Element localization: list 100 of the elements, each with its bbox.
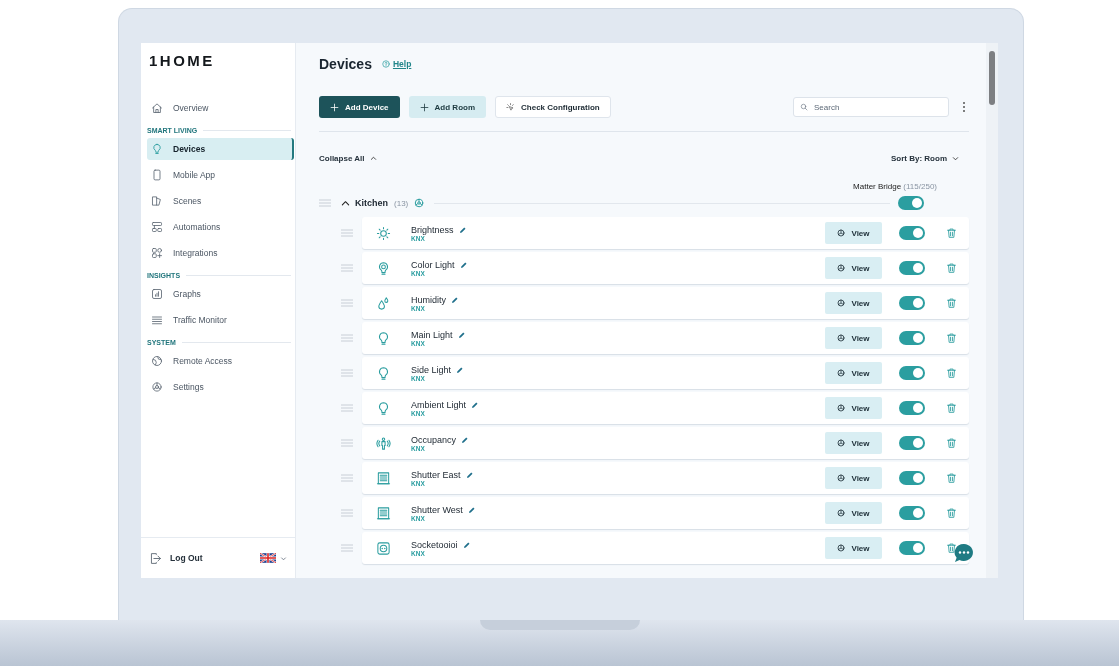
view-button[interactable]: View: [825, 467, 882, 489]
view-button[interactable]: View: [825, 222, 882, 244]
collapse-all-button[interactable]: Collapse All: [319, 153, 377, 163]
plus-icon: [419, 102, 429, 112]
gauge-icon: [837, 334, 846, 342]
pencil-icon[interactable]: [467, 505, 476, 514]
device-name: Humidity: [411, 294, 446, 305]
sidebar-item[interactable]: Graphs: [147, 283, 294, 305]
sidebar-item[interactable]: Remote Access: [147, 350, 294, 372]
lightbulb-icon: [151, 143, 163, 155]
trash-icon[interactable]: [946, 332, 957, 344]
view-button[interactable]: View: [825, 397, 882, 419]
view-button[interactable]: View: [825, 257, 882, 279]
view-button[interactable]: View: [825, 362, 882, 384]
sidebar-item[interactable]: Scenes: [147, 190, 294, 212]
pencil-icon[interactable]: [457, 330, 466, 339]
sort-dropdown[interactable]: Sort By: Room: [891, 153, 959, 163]
toggle-switch[interactable]: [899, 401, 925, 415]
sidebar-item[interactable]: Settings: [147, 376, 294, 398]
help-link[interactable]: Help: [381, 59, 412, 69]
scenes-icon: [151, 195, 163, 207]
pencil-icon[interactable]: [459, 260, 468, 269]
gauge-icon: [837, 264, 846, 272]
trash-icon[interactable]: [946, 507, 957, 519]
sidebar-item[interactable]: Integrations: [147, 242, 294, 264]
matter-bridge-label: Matter Bridge (115/250): [853, 182, 937, 192]
integrations-icon: [151, 247, 163, 259]
chevron-up-icon: [369, 154, 377, 162]
more-icon[interactable]: [962, 101, 966, 113]
device-name: Color Light: [411, 259, 455, 270]
globe-icon: [151, 355, 163, 367]
pencil-icon[interactable]: [465, 470, 474, 479]
scrollbar[interactable]: [986, 43, 998, 578]
page-title: Devices: [319, 56, 372, 72]
logout-icon: [149, 551, 162, 565]
view-button[interactable]: View: [825, 432, 882, 454]
gauge-icon: [837, 369, 846, 377]
pencil-icon[interactable]: [456, 365, 465, 374]
pencil-icon[interactable]: [451, 295, 459, 304]
view-button[interactable]: View: [825, 327, 882, 349]
gauge-icon: [837, 509, 846, 517]
toggle-switch[interactable]: [899, 506, 925, 520]
device-name: Socketooioi: [411, 539, 458, 550]
pencil-icon[interactable]: [461, 435, 470, 444]
help-icon: [381, 60, 390, 68]
pencil-icon[interactable]: [471, 400, 480, 409]
window-shutter-icon: [376, 470, 391, 486]
add-button[interactable]: Add Device: [319, 96, 400, 118]
chevron-up-icon[interactable]: [341, 198, 350, 208]
plus-icon: [330, 102, 339, 112]
toggle-switch[interactable]: [899, 296, 925, 310]
toggle-switch[interactable]: [899, 226, 925, 240]
pencil-icon[interactable]: [462, 540, 471, 549]
view-button[interactable]: View: [825, 292, 882, 314]
gauge-icon: [837, 544, 846, 552]
toggle-switch[interactable]: [899, 436, 925, 450]
sidebar-item[interactable]: Devices: [147, 138, 294, 160]
view-button[interactable]: View: [825, 502, 882, 524]
trash-icon[interactable]: [946, 227, 957, 239]
trash-icon[interactable]: [946, 402, 957, 414]
view-button[interactable]: View: [825, 537, 882, 559]
droplets-icon: [376, 295, 391, 311]
logo: 1HOME: [149, 52, 215, 69]
device-name: Ambient Light: [411, 399, 467, 410]
trash-icon[interactable]: [946, 437, 957, 449]
pencil-icon[interactable]: [458, 225, 467, 234]
gauge-icon: [837, 404, 846, 412]
gauge-icon: [837, 299, 846, 307]
device-name: Shutter West: [411, 504, 463, 515]
language-selector[interactable]: [260, 553, 287, 563]
lightbulb-icon: [376, 365, 391, 381]
device-name: Brightness: [411, 224, 454, 235]
device-name: Main Light: [411, 329, 453, 340]
toggle-switch[interactable]: [899, 541, 925, 555]
device-name: Side Light: [411, 364, 452, 375]
add-button[interactable]: Add Room: [408, 96, 486, 118]
toggle-switch[interactable]: [899, 331, 925, 345]
search-field[interactable]: Search: [793, 97, 949, 117]
trash-icon[interactable]: [946, 542, 957, 554]
sidebar-item[interactable]: Overview: [147, 97, 294, 119]
chat-icon[interactable]: [953, 543, 975, 563]
check-button[interactable]: Check Configuration: [495, 96, 611, 118]
socket-icon: [376, 540, 391, 556]
toggle-switch[interactable]: [899, 261, 925, 275]
trash-icon[interactable]: [946, 297, 957, 309]
window-shutter-icon: [376, 505, 391, 521]
logout-button[interactable]: Log Out: [149, 551, 203, 565]
phone-icon: [151, 169, 163, 181]
trash-icon[interactable]: [946, 472, 957, 484]
sidebar-item[interactable]: Traffic Monitor: [147, 309, 294, 331]
sidebar-item[interactable]: Mobile App: [147, 164, 294, 186]
toggle-switch[interactable]: [899, 366, 925, 380]
sidebar-item[interactable]: Automations: [147, 216, 294, 238]
person-signal-icon: [376, 435, 391, 451]
lightbulb-icon: [376, 400, 391, 416]
toggle-switch[interactable]: [898, 196, 924, 210]
search-icon: [800, 103, 808, 111]
trash-icon[interactable]: [946, 367, 957, 379]
trash-icon[interactable]: [946, 262, 957, 274]
toggle-switch[interactable]: [899, 471, 925, 485]
